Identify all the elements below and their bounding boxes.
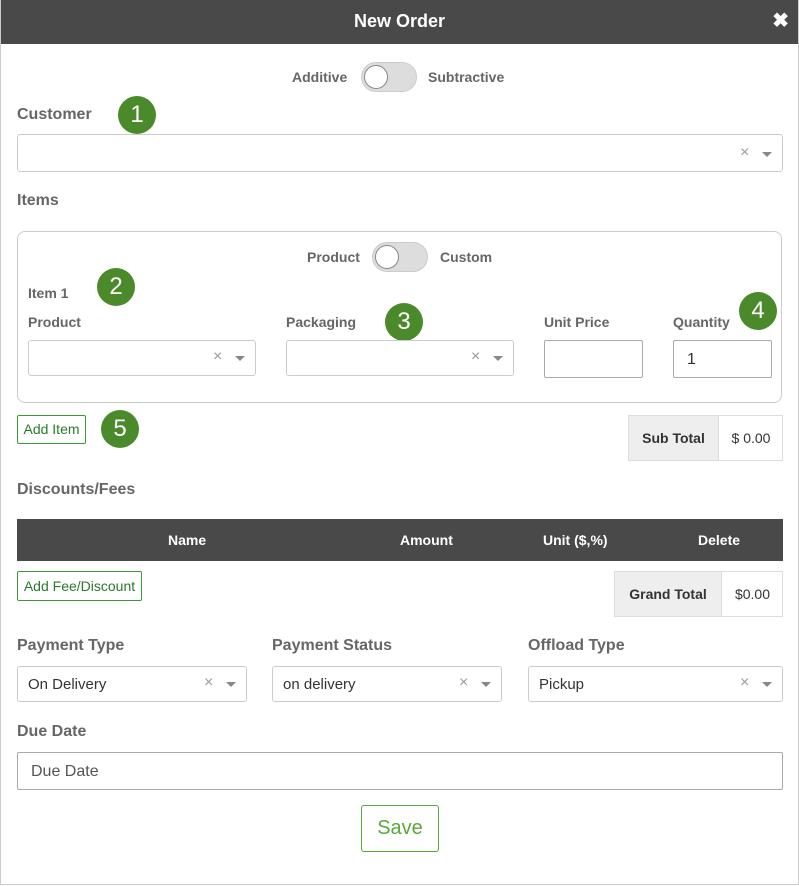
customer-label: Customer — [17, 106, 92, 123]
discounts-table-header: Name Amount Unit ($,%) Delete — [17, 519, 783, 561]
new-order-modal: New Order ✖ Additive Subtractive Custome… — [0, 0, 799, 885]
item-type-toggle[interactable] — [372, 242, 428, 272]
column-delete: Delete — [698, 532, 741, 548]
modal-title: New Order — [353, 11, 446, 31]
quantity-label: Quantity — [673, 314, 730, 330]
clear-icon[interactable]: × — [213, 348, 222, 366]
payment-status-label: Payment Status — [272, 637, 393, 654]
column-unit: Unit ($,%) — [543, 532, 608, 548]
chevron-down-icon — [493, 356, 503, 361]
offload-type-label: Offload Type — [528, 637, 625, 654]
add-fee-discount-button[interactable]: Add Fee/Discount — [17, 571, 142, 601]
additive-label: Additive — [292, 69, 348, 85]
toggle-knob — [364, 65, 388, 89]
step-badge-5: 5 — [101, 410, 139, 448]
modal-header: New Order ✖ — [1, 0, 798, 44]
chevron-down-icon — [235, 356, 245, 361]
offload-type-select[interactable]: Pickup × — [528, 666, 783, 702]
clear-icon[interactable]: × — [740, 144, 749, 162]
subtractive-label: Subtractive — [428, 69, 505, 85]
unit-price-label: Unit Price — [544, 314, 610, 330]
payment-status-select[interactable]: on delivery × — [272, 666, 502, 702]
clear-icon[interactable]: × — [471, 348, 480, 366]
product-label: Product — [28, 314, 81, 330]
product-select[interactable]: × — [28, 340, 256, 376]
discounts-label: Discounts/Fees — [17, 481, 136, 498]
chevron-down-icon — [762, 152, 772, 157]
column-name: Name — [168, 532, 207, 548]
add-item-button[interactable]: Add Item — [17, 415, 86, 444]
product-toggle-label: Product — [307, 249, 360, 265]
mode-toggle[interactable] — [361, 62, 417, 92]
chevron-down-icon — [481, 682, 491, 687]
clear-icon[interactable]: × — [204, 674, 213, 692]
items-label: Items — [17, 192, 59, 209]
packaging-select[interactable]: × — [286, 340, 514, 376]
close-icon[interactable]: ✖ — [772, 8, 789, 33]
column-amount: Amount — [400, 532, 453, 548]
due-date-label: Due Date — [17, 723, 87, 740]
step-badge-3: 3 — [385, 303, 423, 341]
step-badge-4: 4 — [739, 292, 777, 330]
item-card: Product Custom Item 1 2 Product × Packag… — [17, 231, 782, 403]
chevron-down-icon — [762, 682, 772, 687]
subtotal-box: Sub Total $ 0.00 — [628, 415, 783, 461]
due-date-placeholder: Due Date — [31, 763, 99, 780]
subtotal-label: Sub Total — [629, 416, 719, 460]
clear-icon[interactable]: × — [459, 674, 468, 692]
item-title: Item 1 — [28, 285, 69, 301]
toggle-knob — [375, 245, 399, 269]
grand-total-box: Grand Total $0.00 — [614, 571, 783, 617]
custom-toggle-label: Custom — [440, 249, 493, 265]
grand-total-label: Grand Total — [615, 572, 722, 616]
grand-total-value: $0.00 — [734, 586, 771, 602]
save-button[interactable]: Save — [361, 805, 439, 852]
subtotal-value: $ 0.00 — [731, 430, 771, 446]
quantity-input[interactable]: 1 — [673, 340, 772, 378]
payment-type-label: Payment Type — [17, 637, 125, 654]
clear-icon[interactable]: × — [740, 674, 749, 692]
packaging-label: Packaging — [286, 314, 357, 330]
due-date-input[interactable]: Due Date — [17, 752, 783, 790]
step-badge-2: 2 — [97, 268, 135, 306]
chevron-down-icon — [226, 682, 236, 687]
customer-select[interactable]: × — [17, 134, 783, 172]
payment-type-select[interactable]: On Delivery × — [17, 666, 247, 702]
step-badge-1: 1 — [118, 96, 156, 134]
unit-price-input[interactable] — [544, 340, 643, 378]
